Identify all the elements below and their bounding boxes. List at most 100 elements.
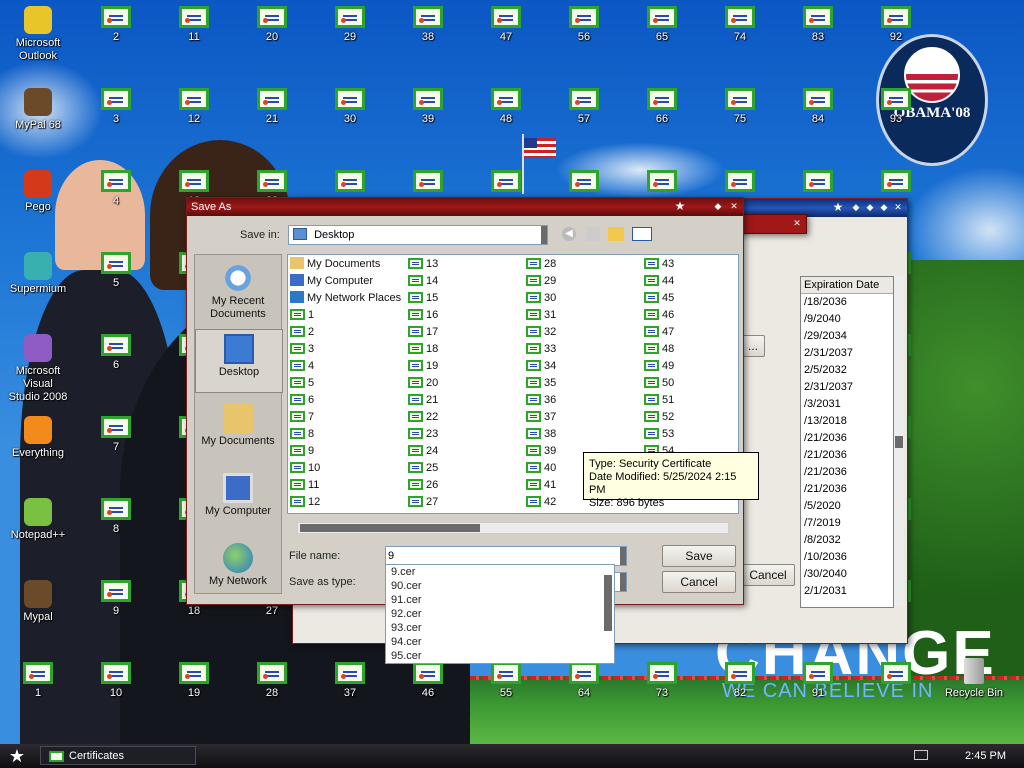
desktop-certificate-item[interactable]: 2	[78, 6, 154, 44]
start-button[interactable]: ★	[6, 746, 28, 766]
place-desktop[interactable]: Desktop	[195, 329, 283, 393]
desktop-certificate-item[interactable]: 55	[468, 662, 544, 700]
desktop-certificate-item[interactable]	[468, 170, 544, 195]
desktop-certificate-item[interactable]: 74	[702, 6, 778, 44]
file-list-item[interactable]: 44	[644, 273, 674, 289]
expiration-date-cell[interactable]: /3/2031	[801, 396, 893, 413]
up-folder-icon[interactable]	[586, 227, 600, 241]
chevron-down-icon[interactable]	[620, 573, 626, 591]
close-icon[interactable]: ✕	[727, 200, 741, 213]
desktop-icon-item[interactable]: Everything	[0, 416, 76, 460]
desktop-certificate-item[interactable]: 38	[390, 6, 466, 44]
expiration-date-cell[interactable]: /7/2019	[801, 515, 893, 532]
file-list-item[interactable]: 23	[408, 426, 438, 442]
save-button[interactable]: Save	[662, 545, 736, 567]
expiration-date-cell[interactable]: /8/2032	[801, 532, 893, 549]
desktop-icon-item[interactable]: Microsoft Outlook	[0, 6, 76, 63]
desktop-certificate-item[interactable]: 93	[858, 88, 934, 126]
expiration-date-list[interactable]: Expiration Date /18/2036/9/2040/29/2034 2…	[800, 276, 894, 608]
expiration-date-cell[interactable]: /30/2040	[801, 566, 893, 583]
desktop-icon-item[interactable]: Microsoft Visual Studio 2008	[0, 334, 76, 404]
desktop-certificate-item[interactable]: 56	[546, 6, 622, 44]
cancel-button[interactable]: Cancel	[662, 571, 736, 593]
desktop-certificate-item[interactable]: 10	[78, 662, 154, 700]
desktop-certificate-item[interactable]: 64	[546, 662, 622, 700]
expiration-date-cell[interactable]: /21/2036	[801, 481, 893, 498]
desktop-certificate-item[interactable]: 5	[78, 252, 154, 290]
expiration-date-cell[interactable]: /21/2036	[801, 430, 893, 447]
desktop-certificate-item[interactable]: 28	[234, 662, 310, 700]
desktop-certificate-item[interactable]: 11	[156, 6, 232, 44]
place-my-documents[interactable]: My Documents	[195, 403, 281, 448]
desktop-certificate-item[interactable]: 48	[468, 88, 544, 126]
file-list-item[interactable]: 13	[408, 256, 438, 272]
file-list-item[interactable]: 27	[408, 494, 438, 510]
maximize-icon[interactable]: ◆	[877, 201, 891, 214]
expiration-date-cell[interactable]: /13/2018	[801, 413, 893, 430]
file-list-item[interactable]: 36	[526, 392, 556, 408]
file-list-item[interactable]: 32	[526, 324, 556, 340]
file-list-item[interactable]: 9	[290, 443, 314, 459]
file-list-item[interactable]: 45	[644, 290, 674, 306]
file-list-item[interactable]: 37	[526, 409, 556, 425]
file-list-item[interactable]: 29	[526, 273, 556, 289]
desktop-icon-item[interactable]: Supermium	[0, 252, 76, 296]
file-list-item[interactable]: 41	[526, 477, 556, 493]
file-list-item[interactable]: My Computer	[290, 273, 373, 289]
file-list-item[interactable]: 24	[408, 443, 438, 459]
expiration-date-cell[interactable]: /21/2036	[801, 464, 893, 481]
desktop-certificate-item[interactable]: 57	[546, 88, 622, 126]
file-list-item[interactable]: 28	[526, 256, 556, 272]
expiration-date-cell[interactable]: 2/1/2031	[801, 583, 893, 600]
file-list-item[interactable]: 8	[290, 426, 314, 442]
desktop-certificate-item[interactable]: 12	[156, 88, 232, 126]
file-list-item[interactable]: 22	[408, 409, 438, 425]
file-list-item[interactable]: 53	[644, 426, 674, 442]
expiration-date-cell[interactable]: /18/2036	[801, 294, 893, 311]
desktop-certificate-item[interactable]: 21	[234, 88, 310, 126]
scrollbar-thumb[interactable]	[604, 575, 612, 631]
chevron-down-icon[interactable]	[620, 547, 626, 565]
save-in-combo[interactable]: Desktop	[288, 225, 548, 245]
desktop-certificate-item[interactable]: 65	[624, 6, 700, 44]
file-list-item[interactable]: My Network Places	[290, 290, 401, 306]
file-list-item[interactable]: 1	[290, 307, 314, 323]
clock[interactable]: 2:45 PM	[965, 744, 1006, 768]
desktop-certificate-item[interactable]	[858, 662, 934, 687]
desktop-certificate-item[interactable]: 47	[468, 6, 544, 44]
file-list-item[interactable]: 35	[526, 375, 556, 391]
close-icon[interactable]: ✕	[790, 217, 804, 230]
file-name-input[interactable]: 9	[385, 546, 627, 566]
file-list-item[interactable]: 46	[644, 307, 674, 323]
desktop-icon-item[interactable]: Notepad++	[0, 498, 76, 542]
expiration-date-cell[interactable]: /10/2036	[801, 549, 893, 566]
desktop-certificate-item[interactable]: 37	[312, 662, 388, 700]
file-list-item[interactable]: 50	[644, 375, 674, 391]
save-as-dialog[interactable]: Save As ★ ◆ ✕ Save in: Desktop ◀ My Rece…	[186, 197, 744, 605]
expiration-date-cell[interactable]: /21/2036	[801, 447, 893, 464]
desktop-certificate-item[interactable]	[546, 170, 622, 195]
file-list-item[interactable]: 10	[290, 460, 320, 476]
place-recent-documents[interactable]: My Recent Documents	[195, 263, 281, 321]
chevron-down-icon[interactable]	[541, 226, 547, 244]
help-icon[interactable]: ◆	[711, 200, 725, 213]
file-list-item[interactable]: 17	[408, 324, 438, 340]
file-list-item[interactable]: 33	[526, 341, 556, 357]
file-list-item[interactable]: 25	[408, 460, 438, 476]
save-as-titlebar[interactable]: Save As ★ ◆ ✕	[187, 198, 743, 216]
desktop-certificate-item[interactable]: 6	[78, 334, 154, 372]
desktop-certificate-item[interactable]: 82	[702, 662, 778, 700]
scrollbar-thumb[interactable]	[895, 436, 903, 448]
desktop-certificate-item[interactable]: 92	[858, 6, 934, 44]
file-list-item[interactable]: 30	[526, 290, 556, 306]
file-list-item[interactable]: 4	[290, 358, 314, 374]
file-list-item[interactable]: 5	[290, 375, 314, 391]
file-name-autocomplete[interactable]: 9.cer 90.cer 91.cer 92.cer 93.cer 94.cer 95.ce…	[385, 564, 615, 664]
desktop-certificate-item[interactable]: 83	[780, 6, 856, 44]
expiration-date-cell[interactable]: 2/31/2037	[801, 379, 893, 396]
desktop-certificate-item[interactable]	[312, 170, 388, 195]
desktop-icon-item[interactable]: Pego	[0, 170, 76, 214]
back-icon[interactable]: ◀	[562, 227, 576, 241]
desktop-certificate-item[interactable]: 39	[390, 88, 466, 126]
autocomplete-item[interactable]: 92.cer	[386, 607, 614, 621]
